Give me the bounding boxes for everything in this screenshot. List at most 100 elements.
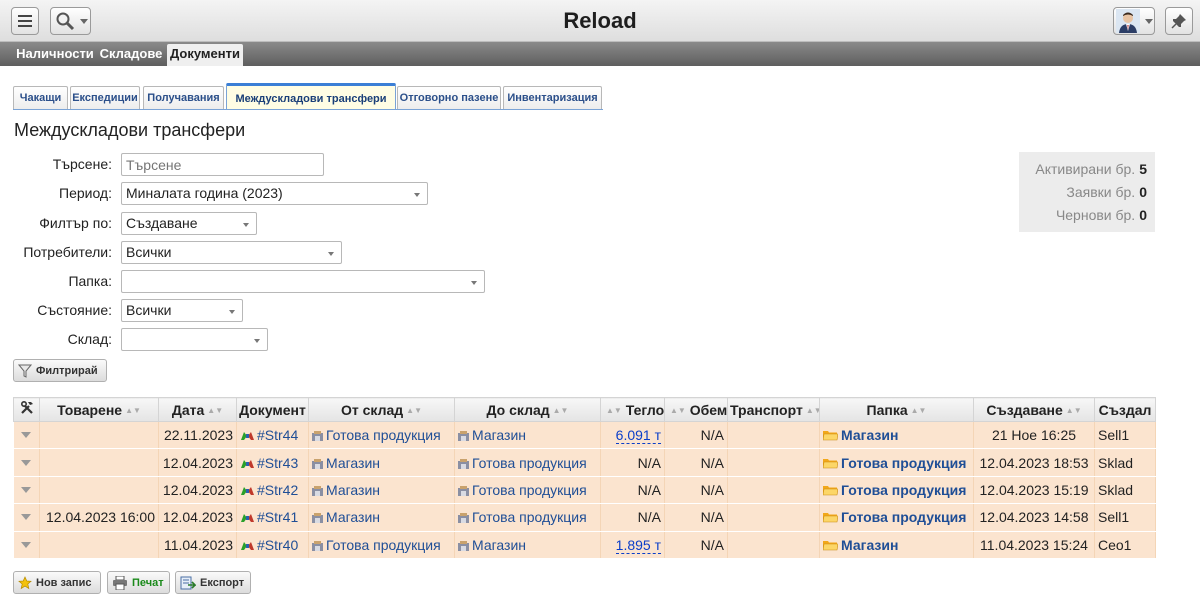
- folder-icon: [823, 540, 838, 551]
- row-menu[interactable]: [13, 476, 40, 505]
- from-warehouse-link[interactable]: Готова продукция: [326, 537, 441, 553]
- loading-cell: [39, 448, 159, 477]
- document-link[interactable]: #Str42: [257, 482, 298, 498]
- filter-button[interactable]: Филтрирай: [13, 359, 107, 382]
- from-warehouse-cell[interactable]: Готова продукция: [308, 531, 455, 559]
- to-warehouse-link[interactable]: Магазин: [472, 427, 526, 443]
- column-header-loading[interactable]: Товарене ▲▼: [39, 397, 159, 422]
- folder-select[interactable]: [121, 270, 485, 293]
- column-header-date[interactable]: Дата ▲▼: [158, 397, 237, 422]
- column-header-folder[interactable]: Папка ▲▼: [819, 397, 974, 422]
- column-header-weight[interactable]: ▲▼ Тегло: [600, 397, 665, 422]
- to-warehouse-cell[interactable]: Готова продукция: [454, 476, 601, 505]
- column-header-author[interactable]: Създал: [1094, 397, 1156, 422]
- volume-cell: N/A: [664, 476, 728, 505]
- author-cell[interactable]: Sklad: [1094, 448, 1156, 477]
- to-warehouse-cell[interactable]: Готова продукция: [454, 448, 601, 477]
- print-button[interactable]: Печат: [107, 571, 170, 594]
- document-cell[interactable]: #Str44: [236, 421, 309, 450]
- tab-custody[interactable]: Отговорно пазене: [397, 86, 501, 110]
- from-warehouse-cell[interactable]: Магазин: [308, 448, 455, 477]
- to-warehouse-cell[interactable]: Готова продукция: [454, 503, 601, 532]
- folder-cell[interactable]: Готова продукция: [819, 503, 974, 532]
- to-warehouse-link[interactable]: Готова продукция: [472, 509, 587, 525]
- to-warehouse-cell[interactable]: Магазин: [454, 421, 601, 450]
- document-link[interactable]: #Str40: [257, 537, 298, 553]
- volume-cell: N/A: [664, 503, 728, 532]
- table-header-row: Товарене ▲▼ Дата ▲▼ Документ От склад ▲▼ До…: [13, 397, 1156, 422]
- row-menu[interactable]: [13, 448, 40, 477]
- document-cell[interactable]: #Str41: [236, 503, 309, 532]
- tab-transfers[interactable]: Междускладови трансфери: [226, 83, 396, 110]
- column-header-from[interactable]: От склад ▲▼: [308, 397, 455, 422]
- column-header-document[interactable]: Документ: [236, 397, 309, 422]
- from-warehouse-link[interactable]: Готова продукция: [326, 427, 441, 443]
- warehouse-select[interactable]: [121, 328, 268, 351]
- tab-pending[interactable]: Чакащи: [13, 86, 68, 110]
- chevron-down-icon: [21, 486, 32, 493]
- nav-item-documents[interactable]: Документи: [167, 44, 243, 66]
- folder-link[interactable]: Магазин: [841, 537, 898, 553]
- row-menu[interactable]: [13, 503, 40, 532]
- menu-button[interactable]: [11, 7, 39, 35]
- folder-cell[interactable]: Готова продукция: [819, 476, 974, 505]
- weight-value[interactable]: 6.091 т: [615, 427, 661, 445]
- document-link[interactable]: #Str43: [257, 455, 298, 471]
- nav-item-warehouses[interactable]: Складове: [98, 44, 164, 66]
- users-select[interactable]: Всички: [121, 241, 342, 264]
- to-warehouse-link[interactable]: Готова продукция: [472, 482, 587, 498]
- tools-header[interactable]: [13, 397, 40, 422]
- from-warehouse-cell[interactable]: Магазин: [308, 476, 455, 505]
- folder-cell[interactable]: Магазин: [819, 531, 974, 559]
- author-cell[interactable]: Sell1: [1094, 503, 1156, 532]
- search-input[interactable]: [121, 153, 324, 176]
- state-select[interactable]: Всички: [121, 299, 243, 322]
- from-warehouse-link[interactable]: Магазин: [326, 455, 380, 471]
- weight-value[interactable]: 1.895 т: [615, 536, 661, 554]
- to-warehouse-cell[interactable]: Магазин: [454, 531, 601, 559]
- user-menu-button[interactable]: [1113, 7, 1155, 35]
- author-cell[interactable]: Sklad: [1094, 476, 1156, 505]
- document-link[interactable]: #Str41: [257, 509, 298, 525]
- search-button[interactable]: [50, 7, 91, 35]
- from-warehouse-link[interactable]: Магазин: [326, 482, 380, 498]
- export-button[interactable]: Експорт: [175, 571, 251, 594]
- from-warehouse-cell[interactable]: Готова продукция: [308, 421, 455, 450]
- top-bar: Reload: [0, 0, 1200, 42]
- column-header-created[interactable]: Създаване ▲▼: [973, 397, 1095, 422]
- document-cell[interactable]: #Str40: [236, 531, 309, 559]
- folder-cell[interactable]: Магазин: [819, 421, 974, 450]
- column-header-transport[interactable]: Транспорт▲▼: [727, 397, 820, 422]
- column-header-volume[interactable]: ▲▼ Обем: [664, 397, 728, 422]
- folder-link[interactable]: Готова продукция: [841, 482, 966, 498]
- row-menu[interactable]: [13, 421, 40, 450]
- avatar: [1116, 9, 1140, 33]
- tab-inventory[interactable]: Инвентаризация: [503, 86, 602, 110]
- folder-link[interactable]: Готова продукция: [841, 509, 966, 525]
- created-cell: 12.04.2023 15:19: [973, 476, 1095, 505]
- from-warehouse-link[interactable]: Магазин: [326, 509, 380, 525]
- to-warehouse-link[interactable]: Готова продукция: [472, 455, 587, 471]
- column-header-to[interactable]: До склад ▲▼: [454, 397, 601, 422]
- to-warehouse-link[interactable]: Магазин: [472, 537, 526, 553]
- author-cell[interactable]: Sell1: [1094, 421, 1156, 450]
- document-cell[interactable]: #Str42: [236, 476, 309, 505]
- folder-cell[interactable]: Готова продукция: [819, 448, 974, 477]
- tab-shipments[interactable]: Експедиции: [70, 86, 140, 110]
- tab-receipts[interactable]: Получавания: [143, 86, 224, 110]
- folder-link[interactable]: Магазин: [841, 427, 898, 443]
- from-warehouse-cell[interactable]: Магазин: [308, 503, 455, 532]
- author-cell[interactable]: Ceo1: [1094, 531, 1156, 559]
- document-cell[interactable]: #Str43: [236, 448, 309, 477]
- period-select[interactable]: Миналата година (2023): [121, 182, 428, 205]
- nav-item-availability[interactable]: Наличности: [14, 44, 96, 66]
- page-title: Междускладови трансфери: [14, 120, 246, 140]
- print-label: Печат: [132, 576, 164, 589]
- new-record-button[interactable]: Нов запис: [13, 571, 101, 594]
- pin-button[interactable]: [1165, 7, 1193, 35]
- filter-by-select[interactable]: Създаване: [121, 212, 257, 235]
- document-link[interactable]: #Str44: [257, 427, 298, 443]
- row-menu[interactable]: [13, 531, 40, 559]
- sort-icon: ▲▼: [406, 406, 422, 416]
- folder-link[interactable]: Готова продукция: [841, 455, 966, 471]
